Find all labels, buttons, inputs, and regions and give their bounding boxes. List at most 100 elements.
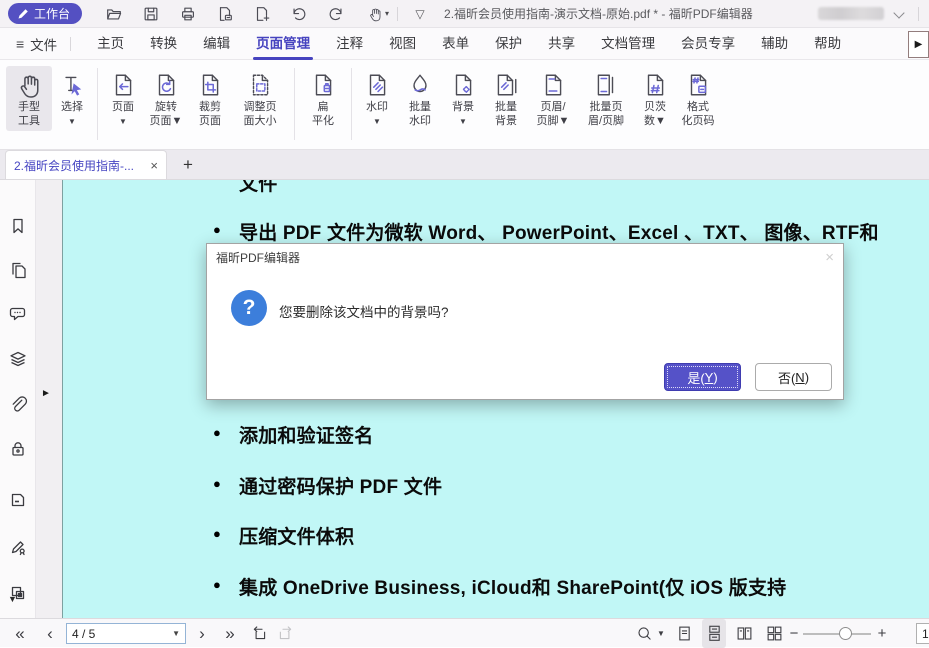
ribbon-tool-watermark[interactable]: 水印▼ xyxy=(357,66,397,131)
security-panel-button[interactable] xyxy=(8,439,28,459)
divider xyxy=(351,68,352,140)
panel-expand-arrow-icon[interactable]: ► xyxy=(41,388,51,399)
menu-overflow-button[interactable]: ▶ xyxy=(908,31,929,58)
new-tab-button[interactable]: + xyxy=(183,155,193,175)
ribbon-tool-bates-numbering[interactable]: 贝茨数▼ xyxy=(635,66,675,131)
document-title: 2.福昕会员使用指南-演示文档-原始.pdf * - 福昕PDF编辑器 xyxy=(444,5,753,22)
no-button[interactable]: 否(N) xyxy=(755,363,832,391)
page-bullet-text: 压缩文件体积 xyxy=(239,522,354,549)
prev-page-button[interactable]: ‹ xyxy=(40,619,60,648)
confirm-dialog: 福昕PDF编辑器 × ? 您要删除该文档中的背景吗? 是(Y) 否(N) xyxy=(206,243,844,400)
hand-tool-quick-button[interactable]: ▾ xyxy=(363,4,393,24)
facing-continuous-view-button[interactable] xyxy=(762,619,786,648)
ribbon-tool-rotate-pages[interactable]: 旋转页面▼ xyxy=(143,66,189,131)
menu-file[interactable]: ≡ 文件 xyxy=(16,34,57,54)
bullet-icon: ● xyxy=(213,222,221,237)
continuous-view-button[interactable] xyxy=(702,619,726,648)
undo-icon xyxy=(290,5,308,23)
tab-close-icon[interactable]: × xyxy=(150,158,158,173)
last-page-button[interactable]: » xyxy=(218,619,242,648)
menu-member[interactable]: 会员专享 xyxy=(668,28,748,60)
document-margin-strip xyxy=(36,180,62,618)
ribbon-tool-pages[interactable]: 页面▼ xyxy=(103,66,143,131)
menu-comment[interactable]: 注释 xyxy=(323,28,376,60)
ribbon-tool-resize-pages[interactable]: 调整页面大小 xyxy=(231,66,289,131)
single-page-view-button[interactable] xyxy=(672,619,696,648)
layers-panel-button[interactable] xyxy=(8,349,28,369)
redo-button[interactable] xyxy=(326,4,346,24)
navigation-sidebar xyxy=(0,180,36,618)
ribbon-tool-batch-watermark[interactable]: 批量水印 xyxy=(397,66,443,131)
new-document-button[interactable] xyxy=(252,4,272,24)
flatten-icon xyxy=(310,69,336,101)
next-page-button[interactable]: › xyxy=(192,619,212,648)
menu-help[interactable]: 帮助 xyxy=(801,28,854,60)
dialog-title: 福昕PDF编辑器 xyxy=(216,249,300,266)
resize-page-icon xyxy=(247,69,273,101)
workspace-label: 工作台 xyxy=(34,5,70,22)
menu-share[interactable]: 共享 xyxy=(535,28,588,60)
menu-protect[interactable]: 保护 xyxy=(482,28,535,60)
ribbon-tool-crop-pages[interactable]: 裁剪页面 xyxy=(189,66,231,131)
page-text-partial: 文件 xyxy=(239,180,277,196)
menu-accessibility[interactable]: 辅助 xyxy=(748,28,801,60)
zoom-percentage-box[interactable]: 1 xyxy=(916,623,929,644)
menu-view[interactable]: 视图 xyxy=(376,28,429,60)
dialog-title-bar: 福昕PDF编辑器 × xyxy=(207,244,843,270)
bookmarks-panel-button[interactable] xyxy=(8,216,28,236)
ribbon-tool-select[interactable]: 选择▼ xyxy=(52,66,92,131)
destinations-panel-button[interactable] xyxy=(8,490,28,510)
ribbon-toolbar: 手型工具 选择▼ 页面▼ 旋转页面▼ 裁剪页面 xyxy=(0,60,929,150)
document-tab[interactable]: 2.福昕会员使用指南-... × xyxy=(5,150,167,179)
zoom-slider-thumb[interactable] xyxy=(839,627,852,640)
sidebar-more-arrow-icon[interactable]: ▼ xyxy=(8,594,17,604)
next-view-button[interactable] xyxy=(274,619,296,648)
collapse-toolbar-button[interactable]: ▽ xyxy=(410,4,430,24)
ribbon-tool-background[interactable]: 背景▼ xyxy=(443,66,483,131)
facing-view-button[interactable] xyxy=(732,619,756,648)
menu-form[interactable]: 表单 xyxy=(429,28,482,60)
page-indicator: 4 / 5 xyxy=(72,627,95,641)
open-file-button[interactable] xyxy=(104,4,124,24)
account-chevron-icon[interactable] xyxy=(894,9,904,19)
zoom-slider[interactable] xyxy=(803,633,871,635)
workspace-button[interactable]: 工作台 xyxy=(8,3,82,24)
zoom-out-button[interactable]: − xyxy=(786,619,802,648)
divider xyxy=(70,37,71,51)
ribbon-tool-batch-background[interactable]: 批量背景 xyxy=(483,66,529,131)
menu-edit[interactable]: 编辑 xyxy=(190,28,243,60)
ribbon-tool-flatten[interactable]: 扁平化 xyxy=(300,66,346,131)
ribbon-tool-batch-header-footer[interactable]: 批量页眉/页脚 xyxy=(577,66,635,131)
save-button[interactable] xyxy=(141,4,161,24)
ribbon-tool-format-page-numbers[interactable]: 格式化页码 xyxy=(675,66,721,131)
menu-home[interactable]: 主页 xyxy=(84,28,137,60)
pages-panel-button[interactable] xyxy=(8,260,28,280)
print-button[interactable] xyxy=(178,4,198,24)
page-number-combobox[interactable]: 4 / 5 ▼ xyxy=(66,623,186,644)
zoom-value: 1 xyxy=(922,627,929,641)
bullet-icon: ● xyxy=(213,425,221,440)
menu-convert[interactable]: 转换 xyxy=(137,28,190,60)
menu-page-organize[interactable]: 页面管理 xyxy=(243,28,323,60)
comments-panel-button[interactable] xyxy=(8,303,28,323)
zoom-in-button[interactable]: + xyxy=(874,619,890,648)
dialog-close-icon[interactable]: × xyxy=(825,249,834,266)
undo-button[interactable] xyxy=(289,4,309,24)
divider xyxy=(97,68,98,140)
organize-pages-button[interactable] xyxy=(215,4,235,24)
attachments-panel-button[interactable] xyxy=(8,395,28,415)
previous-view-button[interactable] xyxy=(248,619,270,648)
yes-button[interactable]: 是(Y) xyxy=(664,363,741,391)
hamburger-icon: ≡ xyxy=(16,36,24,52)
first-page-button[interactable]: « xyxy=(8,619,32,648)
zoom-tool-button[interactable] xyxy=(633,619,655,648)
menu-bar: ≡ 文件 主页 转换 编辑 页面管理 注释 视图 表单 保护 共享 文档管理 会… xyxy=(0,28,929,60)
ribbon-tool-header-footer[interactable]: 页眉/页脚▼ xyxy=(529,66,577,131)
document-tab-bar: 2.福昕会员使用指南-... × + xyxy=(0,150,929,180)
crop-page-icon xyxy=(197,69,223,101)
zoom-tool-dropdown-icon[interactable]: ▼ xyxy=(655,619,667,648)
ribbon-tool-hand[interactable]: 手型工具 xyxy=(6,66,52,131)
signatures-panel-button[interactable] xyxy=(8,537,28,557)
menu-doc-manage[interactable]: 文档管理 xyxy=(588,28,668,60)
select-text-icon xyxy=(59,69,85,101)
